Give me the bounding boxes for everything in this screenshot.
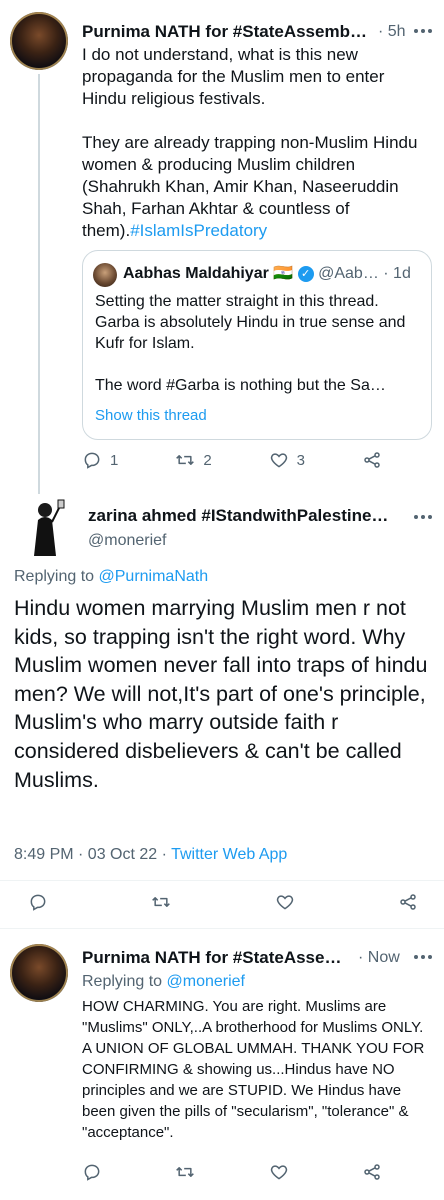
more-icon[interactable]: [412, 950, 434, 964]
share-button[interactable]: [362, 450, 382, 470]
retweet-button[interactable]: [175, 1162, 195, 1182]
divider: [0, 880, 444, 881]
tweet-author[interactable]: Purnima NATH for #StateAsse…: [82, 948, 354, 968]
source-link[interactable]: Twitter Web App: [171, 846, 287, 863]
avatar[interactable]: [10, 944, 68, 1002]
share-icon: [400, 894, 416, 910]
more-icon[interactable]: [412, 510, 434, 524]
quote-avatar: [93, 263, 117, 287]
avatar[interactable]: [10, 12, 68, 70]
quote-author: Aabhas Maldahiyar: [123, 265, 269, 282]
flag-icon: 🇮🇳: [273, 265, 294, 282]
tweet-handle[interactable]: @monerief: [88, 532, 167, 550]
quote-handle: @Aab…: [318, 265, 379, 282]
heart-icon: [270, 453, 287, 468]
heart-icon: [276, 895, 293, 910]
like-button[interactable]: [275, 892, 295, 912]
tweet-actions: [28, 892, 418, 912]
quote-time: · 1d: [383, 265, 411, 282]
tweet-author[interactable]: Purnima NATH for #StateAssemb…: [82, 22, 372, 42]
like-button[interactable]: [269, 1162, 289, 1182]
quoted-tweet[interactable]: Aabhas Maldahiyar 🇮🇳 ✓ @Aab… · 1d Settin…: [82, 250, 432, 440]
tweet-actions: 1 2 3: [82, 450, 382, 470]
reply-button[interactable]: [28, 892, 48, 912]
share-button[interactable]: [362, 1162, 382, 1182]
replying-to: Replying to @monerief: [82, 973, 246, 990]
reply-icon: [84, 452, 100, 469]
more-icon[interactable]: [412, 24, 434, 38]
avatar[interactable]: [16, 496, 74, 560]
reply-button[interactable]: [82, 1162, 102, 1182]
share-icon: [364, 1164, 380, 1180]
retweet-icon: [176, 455, 195, 465]
hashtag-link[interactable]: #IslamIsPredatory: [130, 221, 267, 240]
tweet-time[interactable]: · 5h: [378, 23, 406, 41]
quote-text: Setting the matter straight in this thre…: [95, 293, 406, 394]
show-thread-link[interactable]: Show this thread: [95, 407, 207, 424]
retweet-icon: [176, 1167, 195, 1177]
heart-icon: [270, 1165, 287, 1180]
verified-icon: ✓: [297, 265, 314, 282]
mention-link[interactable]: @PurnimaNath: [99, 568, 209, 585]
retweet-button[interactable]: [151, 892, 171, 912]
share-button[interactable]: [398, 892, 418, 912]
divider: [0, 928, 444, 929]
tweet-text: Hindu women marrying Muslim men r not ki…: [14, 596, 428, 792]
tweet-text: I do not understand, what is this new pr…: [82, 45, 418, 240]
reply-button[interactable]: 1: [82, 450, 118, 470]
share-icon: [364, 452, 380, 468]
tweet-actions: [82, 1162, 382, 1182]
tweet-time[interactable]: · Now: [358, 949, 400, 967]
reply-icon: [84, 1164, 100, 1181]
reply-icon: [30, 894, 46, 911]
retweet-icon: [152, 897, 171, 907]
tweet-author[interactable]: zarina ahmed #IStandwithPalestine…: [88, 506, 388, 526]
tweet-text: HOW CHARMING. You are right. Muslims are…: [82, 998, 425, 1141]
retweet-button[interactable]: 2: [175, 450, 212, 470]
tweet-timestamp: 8:49 PM · 03 Oct 22 · Twitter Web App: [14, 846, 288, 863]
thread-connector: [38, 74, 40, 494]
replying-to: Replying to @PurnimaNath: [14, 568, 209, 585]
mention-link[interactable]: @monerief: [167, 973, 246, 990]
like-button[interactable]: 3: [269, 450, 305, 470]
